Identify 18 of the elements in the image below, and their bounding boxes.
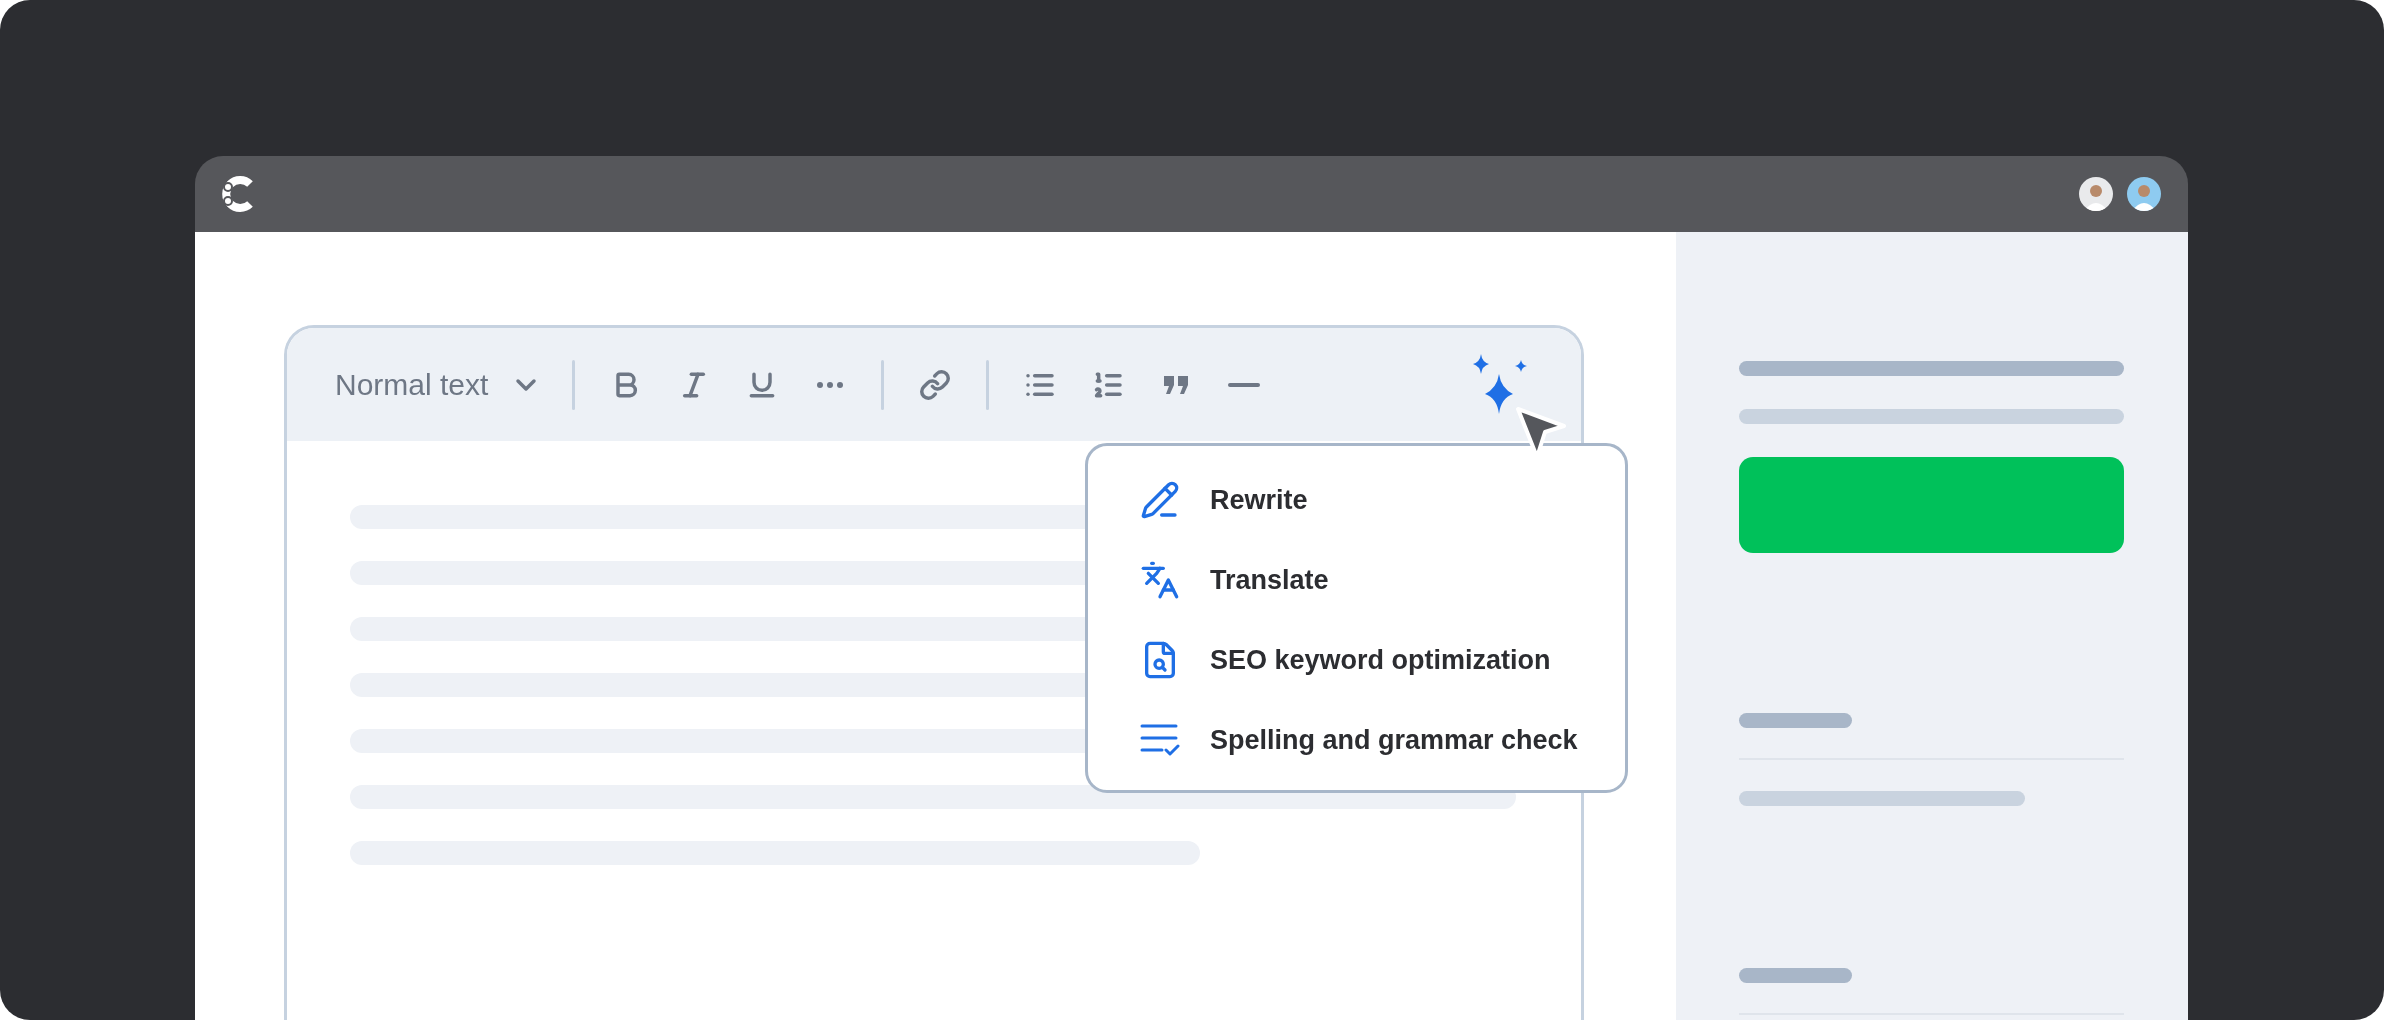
logo (220, 175, 254, 213)
menu-item[interactable]: Spelling and grammar check (1140, 708, 1625, 772)
pencil-icon (1140, 480, 1180, 520)
text-style-dropdown[interactable]: Normal text (335, 367, 543, 402)
menu-item[interactable]: Translate (1140, 548, 1625, 612)
menu-item[interactable]: SEO keyword optimization (1140, 628, 1625, 692)
lines-check-icon (1140, 722, 1180, 758)
quote-icon (1163, 373, 1190, 396)
link-icon (919, 368, 952, 401)
avatar[interactable] (2127, 177, 2161, 211)
menu-item-label: Rewrite (1210, 484, 1308, 516)
menu-item-label: Spelling and grammar check (1210, 724, 1578, 756)
menu-item-label: SEO keyword optimization (1210, 644, 1551, 676)
translate-icon (1140, 560, 1180, 600)
avatar[interactable] (2079, 177, 2113, 211)
more-icon (817, 381, 844, 388)
menu-item[interactable]: Rewrite (1140, 468, 1625, 532)
menu-item-label: Translate (1210, 564, 1329, 596)
